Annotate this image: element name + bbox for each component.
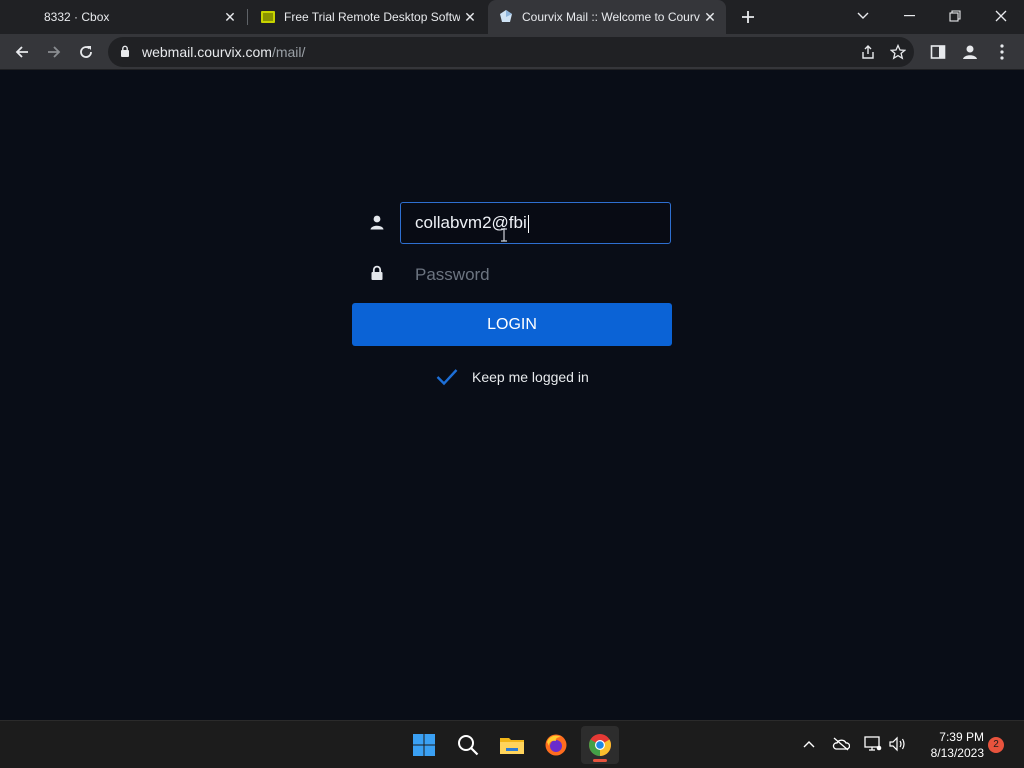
firefox-button[interactable] xyxy=(537,726,575,764)
start-button[interactable] xyxy=(405,726,443,764)
new-tab-button[interactable] xyxy=(736,5,760,29)
chrome-icon xyxy=(589,734,611,756)
network-icon xyxy=(864,736,882,751)
username-value: collabvm2@fbi xyxy=(415,213,527,232)
tab-close-icon[interactable]: ✕ xyxy=(220,7,240,27)
url-path: /mail/ xyxy=(271,44,306,60)
tab-title: Courvix Mail :: Welcome to Courvix Mail xyxy=(522,10,700,24)
share-button[interactable] xyxy=(854,38,882,66)
bookmark-button[interactable] xyxy=(884,38,912,66)
arrow-right-icon xyxy=(48,46,61,58)
checkmark-icon[interactable] xyxy=(436,368,458,386)
url-text: webmail.courvix.com/mail/ xyxy=(142,44,305,60)
minimize-button[interactable] xyxy=(886,0,932,32)
arrow-left-icon xyxy=(15,46,28,58)
tab-title: Free Trial Remote Desktop Software xyxy=(284,10,460,24)
share-icon xyxy=(862,45,874,59)
clock-date: 8/13/2023 xyxy=(930,746,984,760)
clock-time: 7:39 PM xyxy=(939,730,984,744)
side-panel-button[interactable] xyxy=(924,38,952,66)
tab-courvix-mail[interactable]: Courvix Mail :: Welcome to Courvix Mail … xyxy=(488,0,726,34)
firefox-icon xyxy=(545,734,567,756)
user-icon xyxy=(370,215,384,230)
start-icon xyxy=(413,734,435,756)
text-caret xyxy=(527,214,529,233)
search-icon xyxy=(458,735,479,756)
cloud-offline-icon xyxy=(832,737,850,751)
show-hidden-icons-button[interactable] xyxy=(798,733,820,755)
clock[interactable]: 7:39 PM 8/13/2023 xyxy=(912,729,984,761)
lock-icon[interactable] xyxy=(120,45,130,58)
chrome-button[interactable] xyxy=(581,726,619,764)
active-app-indicator xyxy=(593,759,607,762)
login-button-label: LOGIN xyxy=(487,316,537,333)
tab-close-icon[interactable]: ✕ xyxy=(700,7,720,27)
tab-cbox[interactable]: 8332 · Cbox ✕ xyxy=(0,0,246,34)
reload-button[interactable] xyxy=(72,38,100,66)
close-icon xyxy=(995,10,1007,22)
password-input[interactable]: Password xyxy=(400,254,671,296)
speaker-icon xyxy=(889,736,905,752)
tab-remote-desktop[interactable]: Free Trial Remote Desktop Software ✕ xyxy=(250,0,486,34)
star-icon xyxy=(890,44,906,60)
tab-close-icon[interactable]: ✕ xyxy=(460,7,480,27)
keep-logged-in-checkbox[interactable]: Keep me logged in xyxy=(436,365,589,389)
ibeam-cursor-icon xyxy=(501,228,507,242)
notification-badge[interactable]: 2 xyxy=(988,737,1004,753)
taskbar: 7:39 PM 8/13/2023 2 xyxy=(0,720,1024,768)
tab-title: 8332 · Cbox xyxy=(44,10,110,24)
remote-desktop-favicon-icon xyxy=(261,11,275,23)
tab-search-button[interactable] xyxy=(840,0,886,32)
tab-strip: 8332 · Cbox ✕ Free Trial Remote Desktop … xyxy=(0,0,1024,34)
file-explorer-icon xyxy=(500,738,524,754)
minimize-icon xyxy=(903,15,915,17)
search-button[interactable] xyxy=(449,726,487,764)
chevron-up-icon xyxy=(803,741,815,748)
lock-icon xyxy=(371,265,383,280)
url-host: webmail.courvix.com xyxy=(142,44,272,60)
keep-logged-in-label: Keep me logged in xyxy=(472,369,589,385)
close-window-button[interactable] xyxy=(978,0,1024,32)
username-input[interactable]: collabvm2@fbi xyxy=(400,202,671,244)
profile-button[interactable] xyxy=(956,38,984,66)
profile-icon xyxy=(963,45,977,59)
login-button[interactable]: LOGIN xyxy=(352,303,672,346)
chevron-down-icon xyxy=(857,12,869,19)
restore-icon xyxy=(949,10,961,22)
tab-separator xyxy=(247,9,248,25)
onedrive-button[interactable] xyxy=(830,733,852,755)
password-placeholder: Password xyxy=(415,265,490,284)
reload-icon xyxy=(80,46,92,58)
kebab-menu-icon xyxy=(1000,44,1004,60)
plus-icon xyxy=(742,11,754,23)
volume-button[interactable] xyxy=(886,733,908,755)
address-bar[interactable]: webmail.courvix.com/mail/ xyxy=(108,37,914,67)
side-panel-icon xyxy=(930,45,946,59)
forward-button[interactable] xyxy=(40,38,68,66)
menu-button[interactable] xyxy=(988,38,1016,66)
restore-button[interactable] xyxy=(932,0,978,32)
back-button[interactable] xyxy=(8,38,36,66)
file-explorer-button[interactable] xyxy=(493,726,531,764)
courvix-favicon-icon xyxy=(500,10,512,22)
network-button[interactable] xyxy=(862,733,884,755)
login-page: collabvm2@fbi Password LOGIN Keep me log… xyxy=(0,71,1024,720)
browser-toolbar: webmail.courvix.com/mail/ xyxy=(0,34,1024,70)
